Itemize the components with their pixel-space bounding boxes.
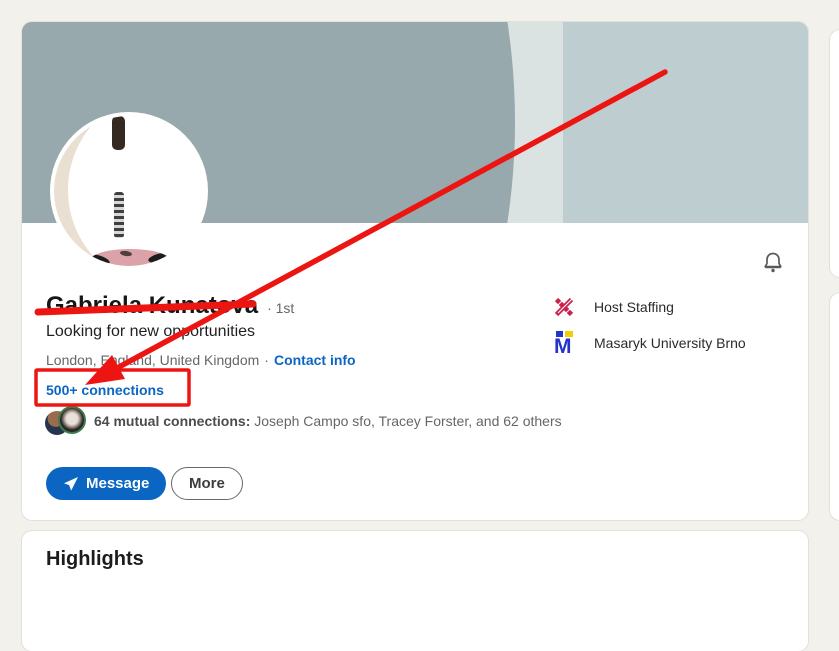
mutual-connections-link[interactable]: 64 mutual connections: Joseph Campo sfo,… <box>44 406 562 436</box>
linkedin-profile-page: { "profile": { "name": "Gabriela Kunatov… <box>0 0 839 566</box>
contact-info-link[interactable]: Contact info <box>274 352 356 368</box>
profile-headline: Looking for new opportunities <box>46 323 255 341</box>
profile-name: Gabriela Kunatova <box>46 292 258 320</box>
message-button-label: Message <box>86 475 149 492</box>
masaryk-university-logo-icon: M <box>553 331 574 355</box>
education-link[interactable]: M Masaryk University Brno <box>553 330 746 355</box>
mutual-connections-names: Joseph Campo sfo, Tracey Forster, and 62… <box>250 413 561 429</box>
education-name: Masaryk University Brno <box>594 335 746 351</box>
profile-photo[interactable] <box>50 112 208 270</box>
photo-scribble-mask <box>68 112 208 270</box>
mutual-connection-avatars <box>44 406 88 436</box>
experience-education-summary: Host Staffing M Masaryk University Brno <box>553 294 746 355</box>
highlights-section-title: Highlights <box>46 548 144 571</box>
current-company-link[interactable]: Host Staffing <box>553 294 746 319</box>
photo-fragment <box>90 249 170 270</box>
connection-degree-badge: · 1st <box>267 300 294 316</box>
host-staffing-logo-icon <box>553 297 574 317</box>
mutual-connections-count: 64 mutual connections: <box>94 413 250 429</box>
highlights-card: Highlights <box>22 531 808 651</box>
profile-card: Gabriela Kunatova · 1st Looking for new … <box>22 22 808 520</box>
right-sidebar-card <box>830 30 839 277</box>
photo-fragment <box>114 192 124 238</box>
send-icon <box>63 476 79 492</box>
more-button-label: More <box>189 475 225 492</box>
location-separator: · <box>264 352 269 368</box>
more-button[interactable]: More <box>171 467 243 500</box>
photo-fragment <box>112 116 125 150</box>
avatar <box>58 406 86 434</box>
message-button[interactable]: Message <box>46 467 166 500</box>
current-company-name: Host Staffing <box>594 299 674 315</box>
connections-count-link[interactable]: 500+ connections <box>46 382 164 398</box>
notification-bell-icon[interactable] <box>758 248 788 278</box>
right-sidebar-card <box>830 293 839 520</box>
profile-location: London, England, United Kingdom <box>46 352 259 368</box>
